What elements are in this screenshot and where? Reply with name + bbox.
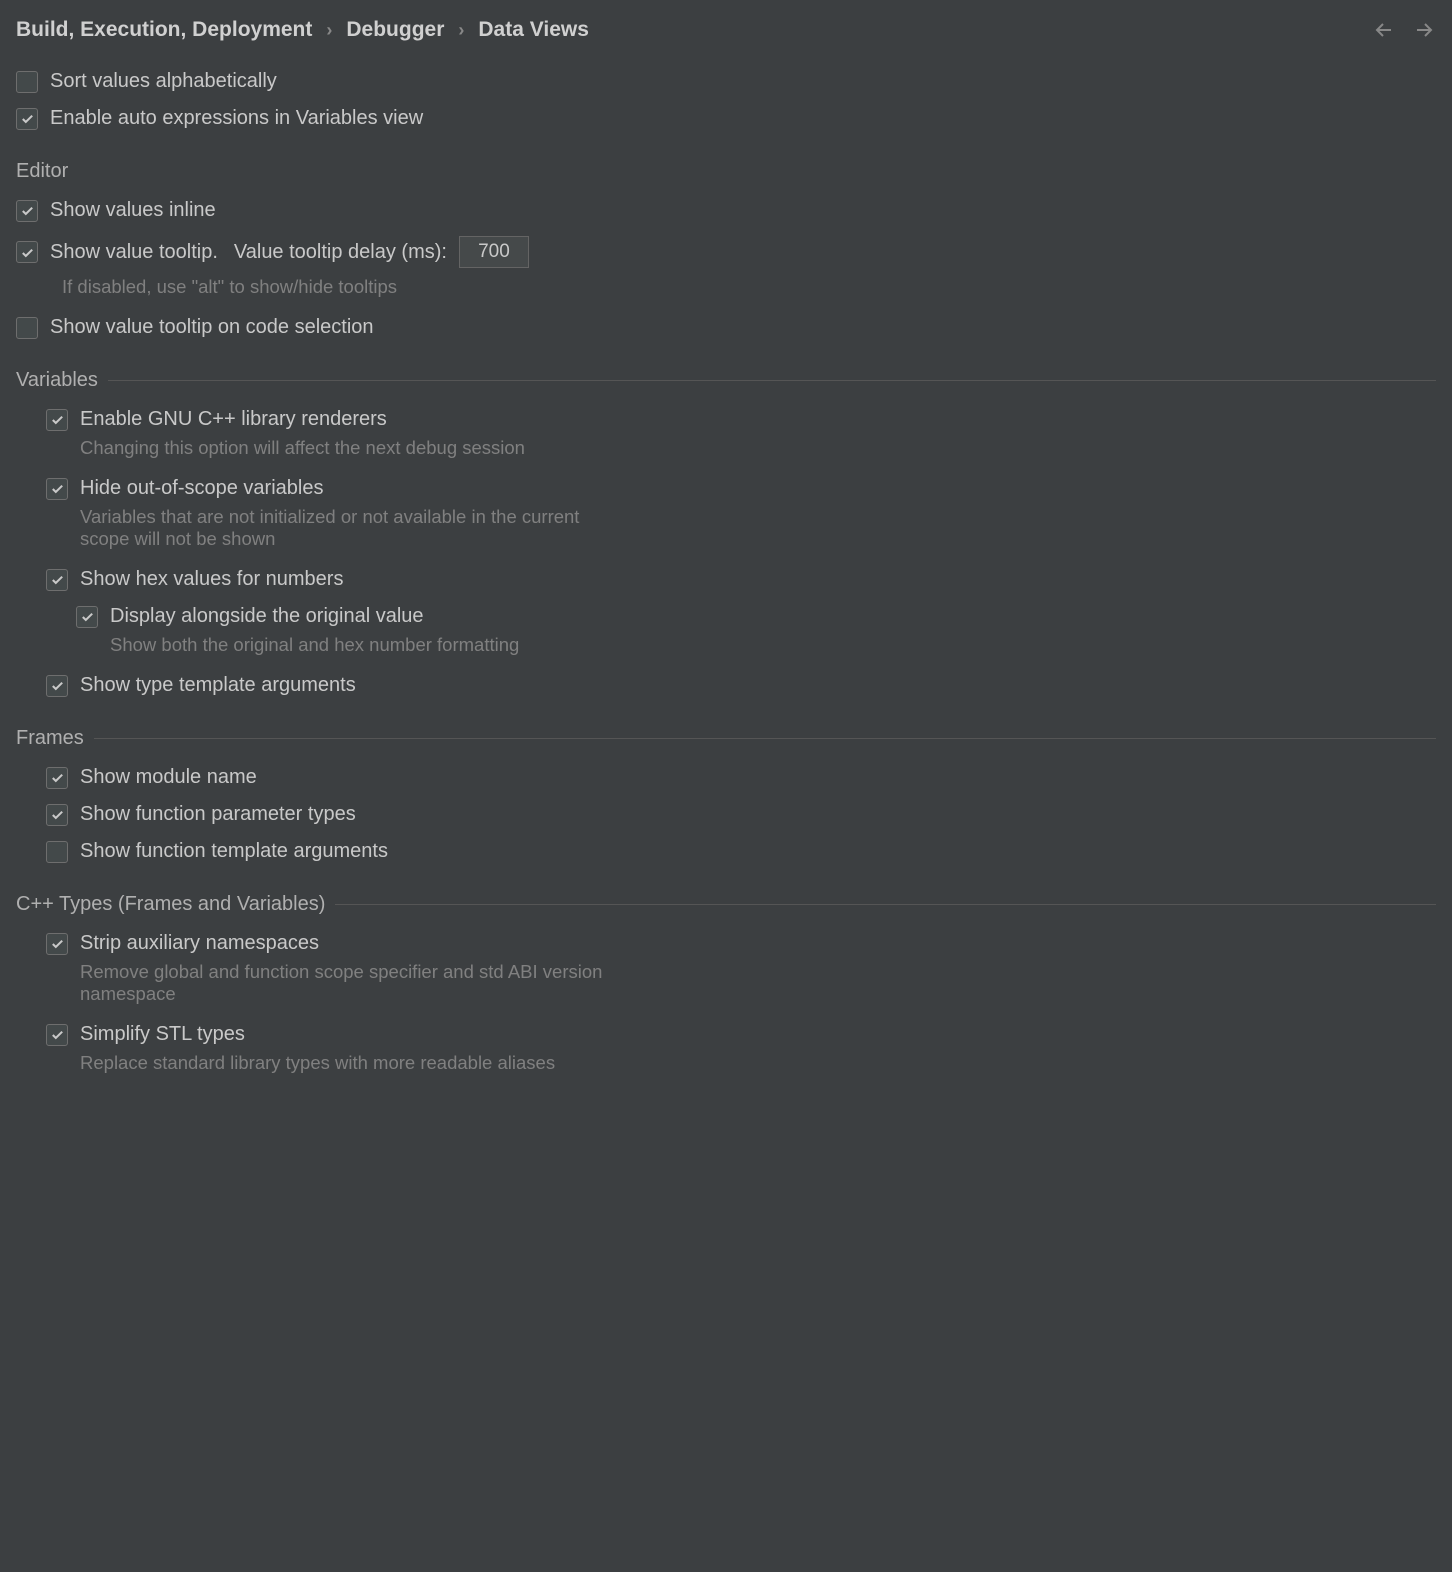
strip-ns-help: Remove global and function scope specifi… [80, 961, 620, 1005]
display-alongside-row: Display alongside the original value [76, 605, 1436, 628]
display-alongside-label: Display alongside the original value [110, 605, 424, 628]
editor-section-header: Editor [16, 160, 1436, 183]
variables-section-header: Variables [16, 369, 1436, 392]
breadcrumb-item-data-views[interactable]: Data Views [478, 18, 589, 42]
show-values-inline-checkbox[interactable] [16, 200, 38, 222]
show-type-template-row: Show type template arguments [46, 674, 1436, 697]
strip-ns-label: Strip auxiliary namespaces [80, 932, 319, 955]
simplify-stl-label: Simplify STL types [80, 1023, 245, 1046]
auto-expressions-label: Enable auto expressions in Variables vie… [50, 107, 423, 130]
back-button[interactable] [1372, 18, 1396, 42]
show-hex-checkbox[interactable] [46, 569, 68, 591]
show-value-tooltip-label: Show value tooltip. [50, 241, 218, 264]
gnu-renderers-label: Enable GNU C++ library renderers [80, 408, 387, 431]
display-alongside-checkbox[interactable] [76, 606, 98, 628]
tooltip-help-text: If disabled, use "alt" to show/hide tool… [62, 276, 1436, 298]
breadcrumb: Build, Execution, Deployment › Debugger … [16, 18, 589, 42]
sort-alphabetically-label: Sort values alphabetically [50, 70, 277, 93]
chevron-right-icon: › [458, 20, 464, 41]
simplify-stl-help: Replace standard library types with more… [80, 1052, 1436, 1074]
show-param-types-label: Show function parameter types [80, 803, 356, 826]
tooltip-on-selection-row: Show value tooltip on code selection [16, 316, 1436, 339]
tooltip-on-selection-checkbox[interactable] [16, 317, 38, 339]
show-hex-label: Show hex values for numbers [80, 568, 343, 591]
show-type-template-checkbox[interactable] [46, 675, 68, 697]
hide-scope-help: Variables that are not initialized or no… [80, 506, 600, 550]
tooltip-delay-input[interactable] [459, 236, 529, 268]
show-values-inline-row: Show values inline [16, 199, 1436, 222]
show-module-checkbox[interactable] [46, 767, 68, 789]
tooltip-delay-label: Value tooltip delay (ms): [234, 241, 447, 264]
show-param-types-checkbox[interactable] [46, 804, 68, 826]
cpptypes-section-header: C++ Types (Frames and Variables) [16, 893, 1436, 916]
strip-ns-row: Strip auxiliary namespaces [46, 932, 1436, 955]
show-value-tooltip-checkbox[interactable] [16, 241, 38, 263]
display-alongside-help: Show both the original and hex number fo… [110, 634, 1436, 656]
breadcrumb-item-build[interactable]: Build, Execution, Deployment [16, 18, 312, 42]
simplify-stl-checkbox[interactable] [46, 1024, 68, 1046]
gnu-renderers-help: Changing this option will affect the nex… [80, 437, 1436, 459]
header: Build, Execution, Deployment › Debugger … [16, 18, 1436, 42]
show-type-template-label: Show type template arguments [80, 674, 356, 697]
hide-scope-row: Hide out-of-scope variables [46, 477, 1436, 500]
strip-ns-checkbox[interactable] [46, 933, 68, 955]
auto-expressions-checkbox[interactable] [16, 108, 38, 130]
show-fn-template-row: Show function template arguments [46, 840, 1436, 863]
simplify-stl-row: Simplify STL types [46, 1023, 1436, 1046]
sort-alphabetically-checkbox[interactable] [16, 71, 38, 93]
show-hex-row: Show hex values for numbers [46, 568, 1436, 591]
tooltip-on-selection-label: Show value tooltip on code selection [50, 316, 374, 339]
gnu-renderers-row: Enable GNU C++ library renderers [46, 408, 1436, 431]
show-module-label: Show module name [80, 766, 257, 789]
auto-expressions-row: Enable auto expressions in Variables vie… [16, 107, 1436, 130]
show-param-types-row: Show function parameter types [46, 803, 1436, 826]
breadcrumb-item-debugger[interactable]: Debugger [346, 18, 444, 42]
hide-scope-checkbox[interactable] [46, 478, 68, 500]
chevron-right-icon: › [326, 20, 332, 41]
nav-arrows [1372, 18, 1436, 42]
frames-section-header: Frames [16, 727, 1436, 750]
show-fn-template-checkbox[interactable] [46, 841, 68, 863]
gnu-renderers-checkbox[interactable] [46, 409, 68, 431]
show-values-inline-label: Show values inline [50, 199, 216, 222]
show-fn-template-label: Show function template arguments [80, 840, 388, 863]
forward-button[interactable] [1412, 18, 1436, 42]
show-module-row: Show module name [46, 766, 1436, 789]
show-value-tooltip-row: Show value tooltip. Value tooltip delay … [16, 236, 1436, 268]
hide-scope-label: Hide out-of-scope variables [80, 477, 323, 500]
sort-alphabetically-row: Sort values alphabetically [16, 70, 1436, 93]
